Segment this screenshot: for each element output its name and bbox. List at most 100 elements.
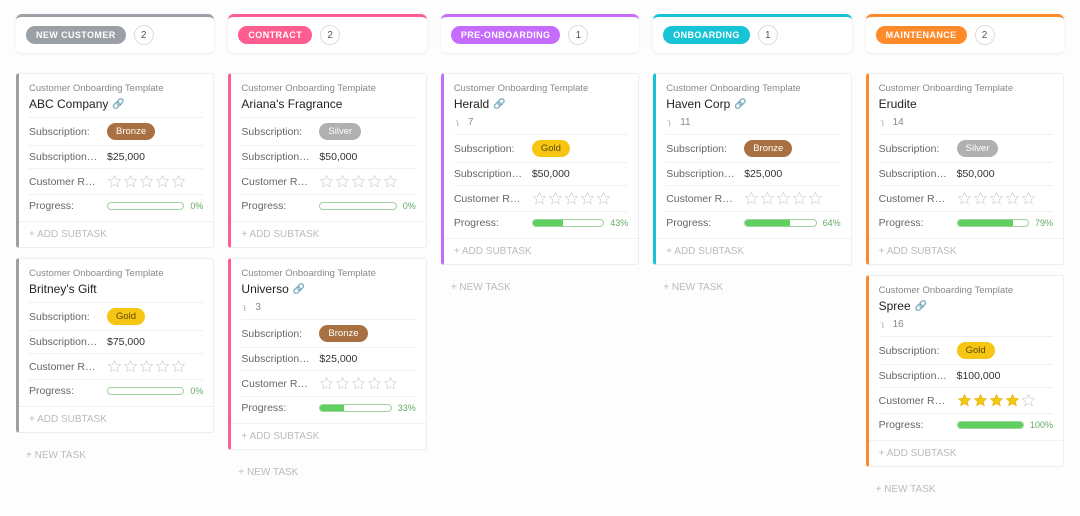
- add-subtask-button[interactable]: + ADD SUBTASK: [19, 221, 213, 247]
- subscription-amount: $100,000: [957, 370, 1053, 382]
- field-label-rating: Customer R…: [879, 395, 951, 407]
- template-label: Customer Onboarding Template: [29, 83, 203, 94]
- add-subtask-button[interactable]: + ADD SUBTASK: [231, 423, 425, 449]
- field-label-rating: Customer R…: [241, 378, 313, 390]
- field-label-amount: Subscription…: [241, 353, 313, 365]
- field-label-amount: Subscription…: [879, 370, 951, 382]
- new-task-button[interactable]: + NEW TASK: [441, 275, 639, 300]
- kanban-column-onboarding: ONBOARDING 1 Customer Onboarding Templat…: [653, 14, 851, 502]
- field-label-subscription: Subscription:: [879, 345, 951, 357]
- field-label-amount: Subscription…: [29, 336, 101, 348]
- progress-percent: 64%: [823, 218, 841, 228]
- subscription-tier-badge: Bronze: [107, 123, 155, 140]
- column-count: 2: [134, 25, 154, 45]
- customer-rating-stars[interactable]: [319, 376, 398, 391]
- subscription-amount: $50,000: [957, 168, 1053, 180]
- task-card[interactable]: Customer Onboarding Template ABC Company…: [16, 73, 214, 248]
- field-label-progress: Progress:: [241, 402, 313, 414]
- task-card[interactable]: Customer Onboarding Template Ariana's Fr…: [228, 73, 426, 248]
- add-subtask-button[interactable]: + ADD SUBTASK: [869, 440, 1063, 466]
- column-header[interactable]: MAINTENANCE 2: [866, 14, 1064, 53]
- column-count: 1: [568, 25, 588, 45]
- progress-percent: 33%: [398, 403, 416, 413]
- attachment-icon: 🔗: [293, 284, 305, 295]
- progress-bar: [319, 404, 391, 412]
- card-title: Herald🔗: [454, 97, 628, 111]
- column-count: 2: [320, 25, 340, 45]
- column-header[interactable]: PRE-ONBOARDING 1: [441, 14, 639, 53]
- card-title: ABC Company🔗: [29, 97, 203, 111]
- progress-percent: 0%: [190, 386, 203, 396]
- card-title: Ariana's Fragrance: [241, 97, 415, 111]
- customer-rating-stars[interactable]: [957, 191, 1036, 206]
- field-label-progress: Progress:: [454, 217, 526, 229]
- subscription-tier-badge: Silver: [957, 140, 999, 157]
- field-label-amount: Subscription…: [454, 168, 526, 180]
- card-title: Haven Corp🔗: [666, 97, 840, 111]
- new-task-button[interactable]: + NEW TASK: [653, 275, 851, 300]
- customer-rating-stars[interactable]: [957, 393, 1036, 408]
- task-card[interactable]: Customer Onboarding Template Universo🔗 3…: [228, 258, 426, 450]
- attachment-icon: 🔗: [112, 99, 124, 110]
- task-card[interactable]: Customer Onboarding Template Erudite 14 …: [866, 73, 1064, 265]
- progress-percent: 0%: [403, 201, 416, 211]
- field-label-subscription: Subscription:: [454, 143, 526, 155]
- field-label-amount: Subscription…: [879, 168, 951, 180]
- task-card[interactable]: Customer Onboarding Template Britney's G…: [16, 258, 214, 433]
- customer-rating-stars[interactable]: [107, 359, 186, 374]
- progress-percent: 79%: [1035, 218, 1053, 228]
- subscription-tier-badge: Gold: [107, 308, 145, 325]
- task-card[interactable]: Customer Onboarding Template Spree🔗 16 S…: [866, 275, 1064, 467]
- column-header[interactable]: CONTRACT 2: [228, 14, 426, 53]
- add-subtask-button[interactable]: + ADD SUBTASK: [869, 238, 1063, 264]
- field-label-progress: Progress:: [241, 200, 313, 212]
- add-subtask-button[interactable]: + ADD SUBTASK: [231, 221, 425, 247]
- field-label-progress: Progress:: [29, 385, 101, 397]
- kanban-column-new_customer: NEW CUSTOMER 2 Customer Onboarding Templ…: [16, 14, 214, 502]
- column-title: CONTRACT: [238, 26, 312, 44]
- customer-rating-stars[interactable]: [744, 191, 823, 206]
- attachment-icon: 🔗: [493, 99, 505, 110]
- column-header[interactable]: ONBOARDING 1: [653, 14, 851, 53]
- task-card[interactable]: Customer Onboarding Template Haven Corp🔗…: [653, 73, 851, 265]
- column-header[interactable]: NEW CUSTOMER 2: [16, 14, 214, 53]
- add-subtask-button[interactable]: + ADD SUBTASK: [19, 406, 213, 432]
- field-label-rating: Customer R…: [29, 176, 101, 188]
- field-label-rating: Customer R…: [879, 193, 951, 205]
- progress-bar: [319, 202, 396, 210]
- field-label-progress: Progress:: [666, 217, 738, 229]
- subscription-tier-badge: Bronze: [319, 325, 367, 342]
- field-label-rating: Customer R…: [29, 361, 101, 373]
- subtask-count: 14: [879, 117, 1053, 128]
- new-task-button[interactable]: + NEW TASK: [866, 477, 1064, 502]
- subscription-tier-badge: Silver: [319, 123, 361, 140]
- field-label-rating: Customer R…: [241, 176, 313, 188]
- subscription-tier-badge: Bronze: [744, 140, 792, 157]
- subtask-count: 3: [241, 302, 415, 313]
- field-label-progress: Progress:: [879, 419, 951, 431]
- task-card[interactable]: Customer Onboarding Template Herald🔗 7 S…: [441, 73, 639, 265]
- field-label-subscription: Subscription:: [241, 328, 313, 340]
- card-title: Spree🔗: [879, 299, 1053, 313]
- new-task-button[interactable]: + NEW TASK: [228, 460, 426, 485]
- field-label-progress: Progress:: [29, 200, 101, 212]
- template-label: Customer Onboarding Template: [666, 83, 840, 94]
- customer-rating-stars[interactable]: [532, 191, 611, 206]
- card-title: Britney's Gift: [29, 282, 203, 296]
- customer-rating-stars[interactable]: [319, 174, 398, 189]
- subscription-amount: $50,000: [532, 168, 628, 180]
- add-subtask-button[interactable]: + ADD SUBTASK: [444, 238, 638, 264]
- subscription-amount: $25,000: [107, 151, 203, 163]
- field-label-rating: Customer R…: [666, 193, 738, 205]
- column-title: NEW CUSTOMER: [26, 26, 126, 44]
- add-subtask-button[interactable]: + ADD SUBTASK: [656, 238, 850, 264]
- field-label-subscription: Subscription:: [29, 126, 101, 138]
- new-task-button[interactable]: + NEW TASK: [16, 443, 214, 468]
- template-label: Customer Onboarding Template: [29, 268, 203, 279]
- field-label-amount: Subscription…: [666, 168, 738, 180]
- progress-percent: 100%: [1030, 420, 1053, 430]
- customer-rating-stars[interactable]: [107, 174, 186, 189]
- card-title: Universo🔗: [241, 282, 415, 296]
- progress-bar: [532, 219, 604, 227]
- subscription-amount: $25,000: [744, 168, 840, 180]
